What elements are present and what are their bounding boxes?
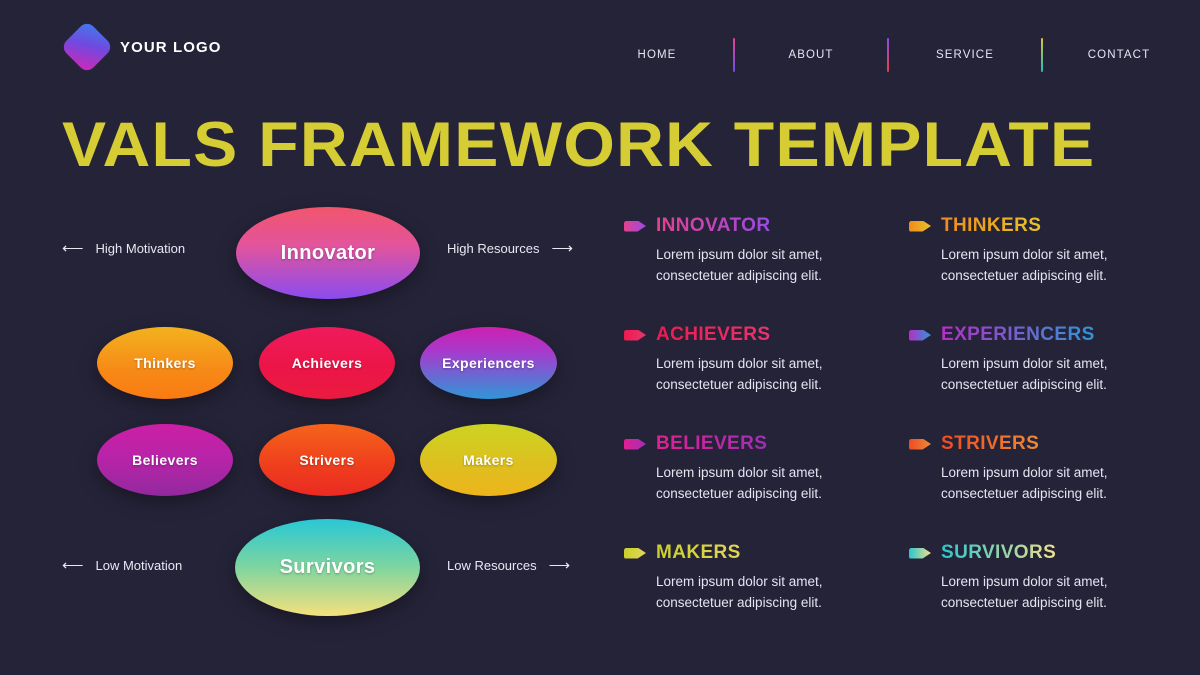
axis-label-text: High Motivation [95, 241, 186, 256]
legend-body: Lorem ipsum dolor sit amet, consectetuer… [941, 574, 1108, 610]
logo-text: YOUR LOGO [120, 38, 222, 56]
legend-item-survivors[interactable]: SURVIVORS Lorem ipsum dolor sit amet, co… [909, 542, 1184, 651]
axis-label-high-motivation: ⟵ High Motivation [62, 241, 185, 256]
legend-item-believers[interactable]: BELIEVERS Lorem ipsum dolor sit amet, co… [624, 433, 899, 542]
node-thinkers[interactable]: Thinkers [97, 327, 233, 399]
node-achievers[interactable]: Achievers [259, 327, 395, 399]
main-navigation: HOME ABOUT SERVICE CONTACT [596, 38, 1180, 72]
arrow-right-icon: ⟶ [551, 240, 574, 257]
flag-marker-icon [909, 438, 931, 450]
nav-divider-icon [887, 38, 889, 72]
legend-body: Lorem ipsum dolor sit amet, consectetuer… [941, 356, 1108, 392]
legend-title: STRIVERS [941, 433, 1040, 454]
legend-head: EXPERIENCERS [909, 324, 1184, 346]
legend-head: SURVIVORS [909, 542, 1184, 564]
legend-title: ACHIEVERS [656, 324, 771, 345]
legend-body: Lorem ipsum dolor sit amet, consectetuer… [656, 356, 823, 392]
legend-title: BELIEVERS [656, 433, 768, 454]
node-innovator[interactable]: Innovator [236, 207, 420, 299]
nav-item-home[interactable]: HOME [596, 49, 718, 61]
legend-list: INNOVATOR Lorem ipsum dolor sit amet, co… [624, 215, 1184, 625]
legend-body: Lorem ipsum dolor sit amet, consectetuer… [656, 247, 823, 283]
legend-head: THINKERS [909, 215, 1184, 237]
legend-head: ACHIEVERS [624, 324, 899, 346]
node-experiencers[interactable]: Experiencers [420, 327, 557, 399]
flag-marker-icon [909, 220, 931, 232]
axis-label-low-motivation: ⟵ Low Motivation [62, 558, 182, 573]
legend-title: MAKERS [656, 542, 741, 563]
legend-body: Lorem ipsum dolor sit amet, consectetuer… [941, 247, 1108, 283]
node-survivors[interactable]: Survivors [235, 519, 420, 616]
nav-item-service[interactable]: SERVICE [904, 49, 1026, 61]
axis-label-text: High Resources [447, 241, 540, 256]
node-believers[interactable]: Believers [97, 424, 233, 496]
axis-label-text: Low Motivation [95, 558, 183, 573]
arrow-right-icon: ⟶ [548, 557, 571, 574]
flag-marker-icon [909, 329, 931, 341]
legend-head: STRIVERS [909, 433, 1184, 455]
node-strivers[interactable]: Strivers [259, 424, 395, 496]
axis-label-text: Low Resources [447, 558, 537, 573]
legend-item-strivers[interactable]: STRIVERS Lorem ipsum dolor sit amet, con… [909, 433, 1184, 542]
axis-label-low-resources: Low Resources ⟶ [447, 558, 570, 573]
legend-item-thinkers[interactable]: THINKERS Lorem ipsum dolor sit amet, con… [909, 215, 1184, 324]
legend-head: MAKERS [624, 542, 899, 564]
legend-body: Lorem ipsum dolor sit amet, consectetuer… [656, 574, 823, 610]
flag-marker-icon [624, 329, 646, 341]
legend-body: Lorem ipsum dolor sit amet, consectetuer… [941, 465, 1108, 501]
arrow-left-icon: ⟵ [62, 557, 84, 574]
nav-item-contact[interactable]: CONTACT [1058, 49, 1180, 61]
legend-item-experiencers[interactable]: EXPERIENCERS Lorem ipsum dolor sit amet,… [909, 324, 1184, 433]
legend-title: THINKERS [941, 215, 1042, 236]
node-makers[interactable]: Makers [420, 424, 557, 496]
nav-divider-icon [1041, 38, 1043, 72]
page-title: VALS FRAMEWORK TEMPLATE [62, 110, 1096, 180]
arrow-left-icon: ⟵ [62, 240, 84, 257]
legend-item-achievers[interactable]: ACHIEVERS Lorem ipsum dolor sit amet, co… [624, 324, 899, 433]
legend-body: Lorem ipsum dolor sit amet, consectetuer… [656, 465, 823, 501]
legend-head: BELIEVERS [624, 433, 899, 455]
diamond-logo-icon [60, 20, 114, 74]
nav-divider-icon [733, 38, 735, 72]
legend-title: SURVIVORS [941, 542, 1057, 563]
nav-item-about[interactable]: ABOUT [750, 49, 872, 61]
flag-marker-icon [909, 547, 931, 559]
flag-marker-icon [624, 220, 646, 232]
legend-item-innovator[interactable]: INNOVATOR Lorem ipsum dolor sit amet, co… [624, 215, 899, 324]
site-header: YOUR LOGO HOME ABOUT SERVICE CONTACT [0, 0, 1200, 92]
flag-marker-icon [624, 438, 646, 450]
legend-item-makers[interactable]: MAKERS Lorem ipsum dolor sit amet, conse… [624, 542, 899, 651]
axis-label-high-resources: High Resources ⟶ [447, 241, 573, 256]
flag-marker-icon [624, 547, 646, 559]
legend-title: EXPERIENCERS [941, 324, 1095, 345]
brand-logo[interactable]: YOUR LOGO [60, 20, 222, 74]
legend-title: INNOVATOR [656, 215, 771, 236]
legend-head: INNOVATOR [624, 215, 899, 237]
